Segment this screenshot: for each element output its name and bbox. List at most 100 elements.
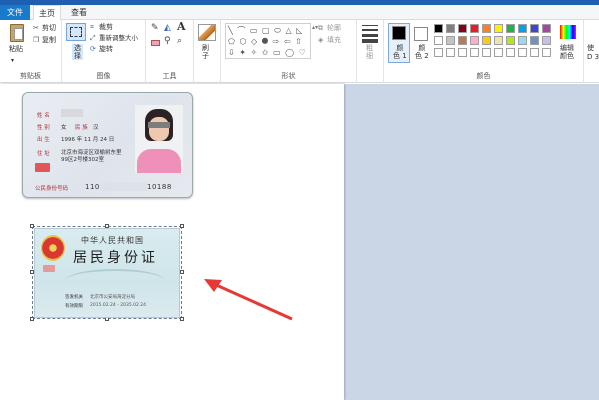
name-label: 姓 名 [37,113,50,119]
palette-swatch[interactable] [506,24,515,33]
scissors-icon[interactable]: ✂ [33,24,39,33]
clipboard-group-label: 剪贴板 [20,72,41,80]
fill-icon[interactable]: ◈ [318,36,323,45]
magnifier-icon[interactable]: ⌕ [177,37,182,46]
tab-file[interactable]: 文件 [0,5,30,20]
name-redaction [61,109,83,117]
id-number-start: 110 [85,183,100,191]
color2-label: 颜 色 2 [415,44,429,60]
palette-custom-swatch[interactable] [470,48,479,57]
select-button[interactable]: 选 择 [72,44,83,60]
shapes-group-label: 形状 [281,72,296,80]
brush-icon[interactable] [198,24,216,41]
arrow-shaft [213,282,293,321]
palette-swatch[interactable] [458,36,467,45]
authority-value: 北京市公安局海淀分局 [90,295,135,300]
palette-swatch[interactable] [482,24,491,33]
palette-custom-swatch[interactable] [506,48,515,57]
address-line2: 99区2号楼302室 [61,157,104,163]
selection-handle-br[interactable] [180,317,184,321]
palette-custom-swatch[interactable] [530,48,539,57]
palette-custom-swatch[interactable] [482,48,491,57]
red-seal-icon [43,265,55,272]
drawing-sheet[interactable]: 姓 名 性 别 女 民 族 汉 出 生 1996 年 11 月 24 日 住 址… [0,84,344,400]
rotate-icon[interactable]: ⟳ [90,45,96,54]
selection-handle-r[interactable] [180,270,184,274]
palette-swatch[interactable] [518,24,527,33]
brushes-button[interactable]: 刷 子 [202,44,209,60]
palette-swatch[interactable] [530,36,539,45]
clipboard-group: 粘贴 ▾ ✂ 剪切 ❐ 复制 剪贴板 [0,20,62,83]
paste-dropdown-icon[interactable]: ▾ [11,56,14,65]
red-stamp-icon [35,163,50,172]
paste-button[interactable]: 粘贴 [9,45,23,54]
resize-icon[interactable]: ⤢ [90,34,96,43]
palette-custom-swatch[interactable] [446,48,455,57]
paste-icon[interactable] [10,24,24,42]
edit-colors-icon[interactable] [560,25,576,39]
palette-swatch[interactable] [446,36,455,45]
palette-custom-swatch[interactable] [518,48,527,57]
tab-home[interactable]: 主页 [33,5,61,21]
palette-swatch[interactable] [470,36,479,45]
validity-label: 有效期限 [65,304,83,309]
color-picker-icon[interactable]: ⚲ [164,37,171,46]
ribbon: 粘贴 ▾ ✂ 剪切 ❐ 复制 剪贴板 选 择 ⌗ 裁剪 ⤢ 重新调整大小 ⟳ 旋… [0,20,599,83]
palette-swatch[interactable] [434,36,443,45]
copy-button[interactable]: 复制 [42,36,56,45]
card-title: 居民身份证 [73,250,158,266]
edit-colors-button[interactable]: 编辑 颜色 [560,44,574,60]
shapes-gallery-icons[interactable]: ╲ ⌒ ▭ ▢ ⬭ △ ◺ ⬠ ⬡ ◇ ⯃ ⇨ ⇦ ⇧ ⇩ ✦ ✧ ✩ ▭ ◯ ♡ [228,25,307,58]
palette-swatch[interactable] [494,24,503,33]
paint3d-button[interactable]: 使 D 3 [587,44,599,62]
pencil-icon[interactable]: ✎ [151,24,159,33]
palette-swatch[interactable] [542,36,551,45]
palette-swatch[interactable] [446,24,455,33]
fill-button[interactable]: 填充 [327,36,341,45]
color2-selector[interactable] [414,27,428,41]
id-card-front: 姓 名 性 别 女 民 族 汉 出 生 1996 年 11 月 24 日 住 址… [22,92,193,198]
palette-swatch[interactable] [542,24,551,33]
select-tool-box[interactable] [66,23,86,41]
line-size-icon[interactable] [362,25,378,43]
palette-swatch[interactable] [494,36,503,45]
palette-swatch[interactable] [530,24,539,33]
palette-swatch[interactable] [482,36,491,45]
palette-swatch[interactable] [506,36,515,45]
birth-label: 出 生 [37,137,50,143]
palette-custom-swatch[interactable] [494,48,503,57]
outline-button[interactable]: 轮廓 [327,24,341,33]
crop-icon[interactable]: ⌗ [90,23,94,32]
palette-custom-swatch[interactable] [458,48,467,57]
cut-button[interactable]: 剪切 [42,24,56,33]
eraser-icon[interactable] [151,40,160,46]
palette-swatch[interactable] [518,36,527,45]
portrait-photo [135,105,183,173]
image-group: 选 择 ⌗ 裁剪 ⤢ 重新调整大小 ⟳ 旋转 图像 [62,20,146,83]
palette-custom-swatch[interactable] [434,48,443,57]
palette-swatch[interactable] [458,24,467,33]
tab-view[interactable]: 查看 [65,5,93,20]
resize-button[interactable]: 重新调整大小 [99,34,138,43]
outline-icon[interactable]: ⧉ [318,24,323,33]
crop-button[interactable]: 裁剪 [99,23,113,32]
rotate-button[interactable]: 旋转 [99,45,113,54]
copy-icon[interactable]: ❐ [33,36,39,45]
brushes-group: 刷 子 [194,20,221,83]
image-group-label: 图像 [96,72,111,80]
shapes-gallery[interactable]: ╲ ⌒ ▭ ▢ ⬭ △ ◺ ⬠ ⬡ ◇ ⯃ ⇨ ⇦ ⇧ ⇩ ✦ ✧ ✩ ▭ ◯ ♡ [225,23,311,59]
color1-label: 颜 色 1 [393,44,407,60]
palette-custom-swatch[interactable] [542,48,551,57]
sex-label: 性 别 [37,125,50,131]
fill-bucket-icon[interactable]: ◭ [164,24,171,33]
size-button[interactable]: 粗 细 [366,44,373,60]
selection-handle-tr[interactable] [180,224,184,228]
palette-swatch[interactable] [470,24,479,33]
palette-swatch[interactable] [434,24,443,33]
authority-label: 签发机关 [65,295,83,300]
text-tool-icon[interactable]: A [177,21,186,32]
canvas-area[interactable]: 姓 名 性 别 女 民 族 汉 出 生 1996 年 11 月 24 日 住 址… [0,84,599,400]
tools-group: ✎ ◭ A ⚲ ⌕ 工具 [146,20,194,83]
id-card-back: 中华人民共和国 居民身份证 签发机关 北京市公安局海淀分局 有效期限 2015.… [34,228,180,318]
ribbon-tabs: 文件 主页 查看 [0,5,599,21]
